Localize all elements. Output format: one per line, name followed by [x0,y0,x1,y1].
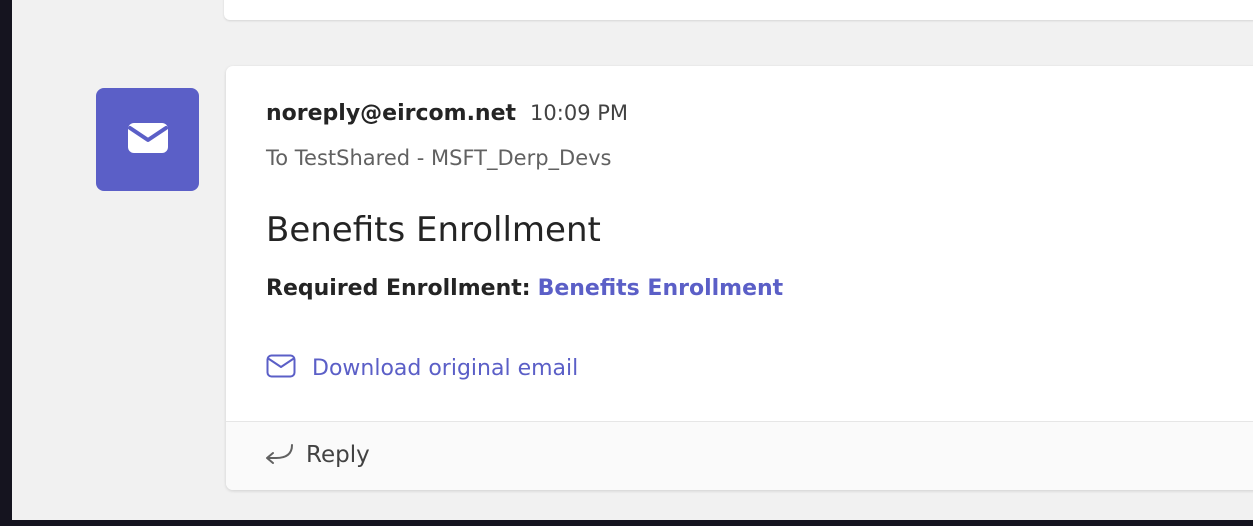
email-avatar [96,88,199,191]
download-original-email-label: Download original email [312,355,579,381]
download-original-email-button[interactable]: Download original email [266,354,578,382]
recipients-line: To TestShared - MSFT_Derp_Devs [266,146,612,170]
mail-outline-icon [266,354,296,382]
channel-conversation-pane: noreply@eircom.net 10:09 PM To TestShare… [12,0,1253,520]
email-message-card: noreply@eircom.net 10:09 PM To TestShare… [226,66,1253,490]
message-body: Required Enrollment: Benefits Enrollment [266,276,783,301]
message-header: noreply@eircom.net 10:09 PM [266,101,628,126]
mail-icon [126,121,170,159]
previous-message-card [224,0,1253,20]
message-footer: Reply [226,421,1253,490]
reply-arrow-icon [262,440,296,470]
body-label: Required Enrollment: [266,276,531,301]
reply-label: Reply [306,442,370,468]
message-subject: Benefits Enrollment [266,210,601,250]
sender-address[interactable]: noreply@eircom.net [266,101,516,126]
message-timestamp: 10:09 PM [530,101,629,125]
reply-button[interactable]: Reply [262,440,370,470]
benefits-enrollment-link[interactable]: Benefits Enrollment [538,276,784,301]
